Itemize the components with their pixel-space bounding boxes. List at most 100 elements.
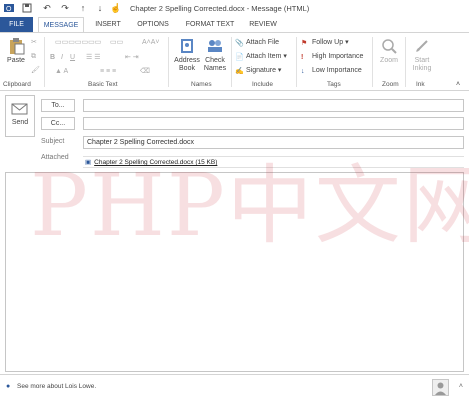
subject-label: Subject	[41, 138, 65, 145]
check-names-button[interactable]: Check Names	[202, 37, 228, 73]
people-pane-icon[interactable]: ●	[6, 383, 10, 390]
align-icon[interactable]: ≡ ≡ ≡	[100, 66, 116, 77]
tab-insert[interactable]: INSERT	[90, 17, 126, 33]
ink-group-label: Ink	[416, 81, 425, 88]
attach-item-icon: 📄	[235, 54, 244, 61]
signature-button[interactable]: ✍ Signature ▾	[235, 65, 281, 76]
zoom-label: Zoom	[380, 57, 398, 64]
attachment-item[interactable]: ▣ Chapter 2 Spelling Corrected.docx (15 K…	[85, 158, 217, 167]
attach-file-button[interactable]: 📎 Attach File	[235, 37, 279, 48]
word-doc-icon: ▣	[85, 159, 92, 166]
ribbon: Paste ✂ ⧉ 🖌 Clipboard ▭▭▭▭▭▭▭ ▭▭ A˄A˅ B …	[0, 32, 469, 91]
check-names-icon	[208, 40, 222, 52]
highlight-icon[interactable]: ▲ A	[55, 66, 68, 77]
follow-up-label: Follow Up	[312, 39, 344, 46]
low-importance-button[interactable]: ↓ Low Importance	[301, 65, 362, 76]
low-importance-label: Low Importance	[312, 67, 362, 74]
send-envelope-icon	[11, 103, 28, 115]
signature-icon: ✍	[235, 68, 244, 75]
cut-icon[interactable]: ✂	[31, 37, 37, 48]
redo-icon[interactable]: ↷	[60, 3, 70, 13]
clear-format-icon[interactable]: ⌫	[140, 66, 150, 77]
svg-text:O: O	[6, 6, 12, 13]
paste-label: Paste	[7, 57, 25, 64]
magnifier-icon	[382, 39, 397, 54]
tab-options[interactable]: OPTIONS	[133, 17, 173, 33]
underline-icon[interactable]: U	[70, 52, 75, 63]
avatar[interactable]	[432, 379, 449, 396]
address-book-label: Address Book	[174, 57, 200, 72]
compose-area: Send To... Cc... Subject Chapter 2 Spell…	[0, 91, 469, 374]
tab-format-text[interactable]: FORMAT TEXT	[180, 17, 240, 33]
italic-icon[interactable]: I	[61, 52, 63, 63]
include-group-label: Include	[252, 81, 273, 88]
indent-icon[interactable]: ⇤ ⇥	[125, 52, 139, 63]
group-separator	[44, 37, 45, 87]
undo-icon[interactable]: ↶	[42, 3, 52, 13]
check-names-label: Check Names	[203, 57, 227, 72]
grow-font-icon[interactable]: A˄A˅	[142, 37, 160, 48]
touch-mode-icon[interactable]: ☝	[110, 3, 121, 13]
start-inking-button[interactable]: Start Inking	[408, 37, 436, 73]
status-text[interactable]: See more about Lois Lowe.	[17, 383, 96, 390]
to-field[interactable]	[83, 99, 464, 112]
group-separator	[405, 37, 406, 87]
clipboard-group-label: Clipboard	[3, 81, 31, 88]
tab-message[interactable]: MESSAGE	[38, 17, 84, 33]
to-button[interactable]: To...	[41, 99, 75, 112]
format-painter-icon[interactable]: 🖌	[31, 65, 40, 76]
group-separator	[296, 37, 297, 87]
tab-file[interactable]: FILE	[0, 17, 33, 33]
zoom-group-label: Zoom	[382, 81, 399, 88]
cc-button[interactable]: Cc...	[41, 117, 75, 130]
exclamation-icon: !	[301, 54, 304, 61]
group-separator	[231, 37, 232, 87]
address-book-icon	[181, 39, 193, 53]
high-importance-label: High Importance	[312, 53, 364, 60]
start-inking-label: Start Inking	[412, 57, 432, 72]
font-size-box[interactable]: ▭▭	[110, 37, 123, 48]
tags-group-label: Tags	[327, 81, 341, 88]
basic-text-group-label: Basic Text	[88, 81, 118, 88]
names-group-label: Names	[191, 81, 212, 88]
person-icon	[435, 382, 446, 395]
attach-item-button[interactable]: 📄 Attach Item ▾	[235, 51, 287, 62]
address-book-button[interactable]: Address Book	[174, 37, 200, 73]
paste-button[interactable]: Paste	[4, 37, 28, 65]
save-icon[interactable]	[22, 3, 32, 13]
down-arrow-importance-icon: ↓	[301, 68, 305, 75]
attachment-name: Chapter 2 Spelling Corrected.docx (15 KB…	[94, 159, 218, 166]
group-separator	[372, 37, 373, 87]
high-importance-button[interactable]: ! High Importance	[301, 51, 363, 62]
outlook-icon: O	[4, 3, 14, 13]
expand-icon[interactable]: ˄	[459, 383, 463, 390]
zoom-button[interactable]: Zoom	[376, 37, 402, 65]
follow-up-button[interactable]: ⚑ Follow Up ▾	[301, 37, 349, 48]
send-label: Send	[11, 119, 29, 126]
up-arrow-icon[interactable]: ↑	[78, 3, 88, 13]
bold-icon[interactable]: B	[50, 52, 55, 63]
signature-label: Signature	[246, 67, 276, 74]
copy-icon[interactable]: ⧉	[31, 51, 36, 62]
attachments-bar: ▣ Chapter 2 Spelling Corrected.docx (15 K…	[83, 156, 464, 168]
cc-field[interactable]	[83, 117, 464, 130]
tab-review[interactable]: REVIEW	[246, 17, 280, 33]
attach-file-label: Attach File	[246, 39, 280, 46]
message-body[interactable]	[5, 172, 464, 372]
paperclip-icon: 📎	[235, 40, 244, 47]
attach-item-label: Attach Item	[246, 53, 282, 60]
ribbon-tabs: FILE MESSAGE INSERT OPTIONS FORMAT TEXT …	[0, 17, 469, 33]
flag-icon: ⚑	[301, 40, 308, 47]
status-bar: ● See more about Lois Lowe. ˄	[0, 374, 469, 400]
down-arrow-icon[interactable]: ↓	[95, 3, 105, 13]
group-separator	[168, 37, 169, 87]
bullets-icon[interactable]: ☰ ☰	[86, 52, 101, 63]
pen-icon	[416, 40, 428, 52]
attached-label: Attached	[41, 154, 69, 161]
subject-field[interactable]: Chapter 2 Spelling Corrected.docx	[83, 136, 464, 149]
title-bar: O ↶ ↷ ↑ ↓ ☝ Chapter 2 Spelling Corrected…	[0, 0, 469, 17]
collapse-ribbon-icon[interactable]: ˄	[456, 79, 460, 90]
send-button[interactable]: Send	[5, 95, 35, 137]
font-name-box[interactable]: ▭▭▭▭▭▭▭	[55, 37, 101, 48]
paste-icon	[10, 38, 25, 55]
